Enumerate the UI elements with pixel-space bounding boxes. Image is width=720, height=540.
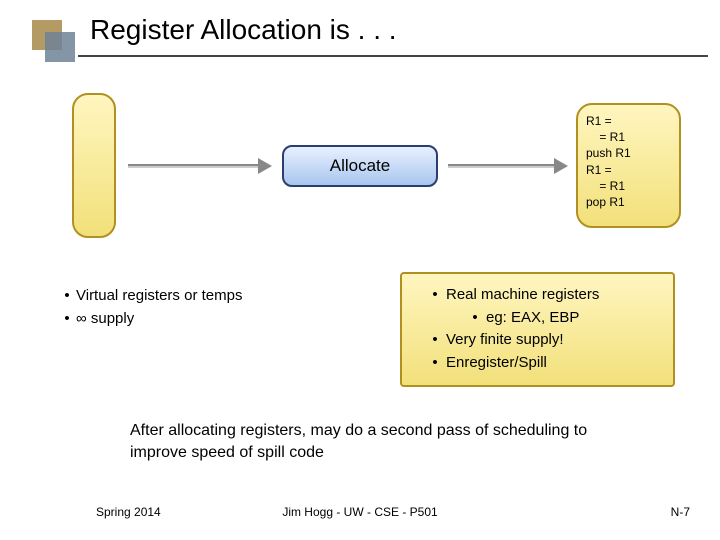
code-box: R1 = = R1 push R1 R1 = = R1 pop R1 bbox=[576, 103, 681, 228]
bullet-dot-icon: • bbox=[424, 352, 446, 375]
bullet-item: Virtual registers or temps bbox=[76, 285, 242, 308]
footer-center: Jim Hogg - UW - CSE - P501 bbox=[0, 505, 720, 519]
bullet-item: Very finite supply! bbox=[446, 329, 564, 352]
arrow-left bbox=[128, 156, 270, 176]
bullet-item: Real machine registers bbox=[446, 284, 599, 307]
bullet-sub-item: eg: EAX, EBP bbox=[486, 307, 579, 330]
bullet-dot-icon: • bbox=[58, 285, 76, 308]
arrow-right bbox=[448, 156, 566, 176]
arrow-head-icon bbox=[554, 158, 568, 174]
left-bullet-list: •Virtual registers or temps •∞ supply bbox=[58, 285, 338, 330]
title-underline bbox=[78, 55, 708, 57]
footer-right: N-7 bbox=[671, 505, 690, 519]
bullet-item: Enregister/Spill bbox=[446, 352, 547, 375]
decorative-square bbox=[45, 32, 75, 62]
bullet-dot-icon: • bbox=[58, 308, 76, 331]
allocate-box: Allocate bbox=[282, 145, 438, 187]
right-bullet-box: •Real machine registers •eg: EAX, EBP •V… bbox=[400, 272, 675, 387]
title-region: Register Allocation is . . . bbox=[0, 0, 720, 70]
bullet-dot-icon: • bbox=[424, 329, 446, 352]
arrow-head-icon bbox=[258, 158, 272, 174]
bullet-dot-icon: • bbox=[464, 307, 486, 330]
page-title: Register Allocation is . . . bbox=[90, 14, 397, 46]
bullet-item: ∞ supply bbox=[76, 308, 134, 331]
allocate-label: Allocate bbox=[330, 156, 390, 176]
left-placeholder-box bbox=[72, 93, 116, 238]
bottom-note: After allocating registers, may do a sec… bbox=[130, 420, 610, 465]
bullet-dot-icon: • bbox=[424, 284, 446, 307]
